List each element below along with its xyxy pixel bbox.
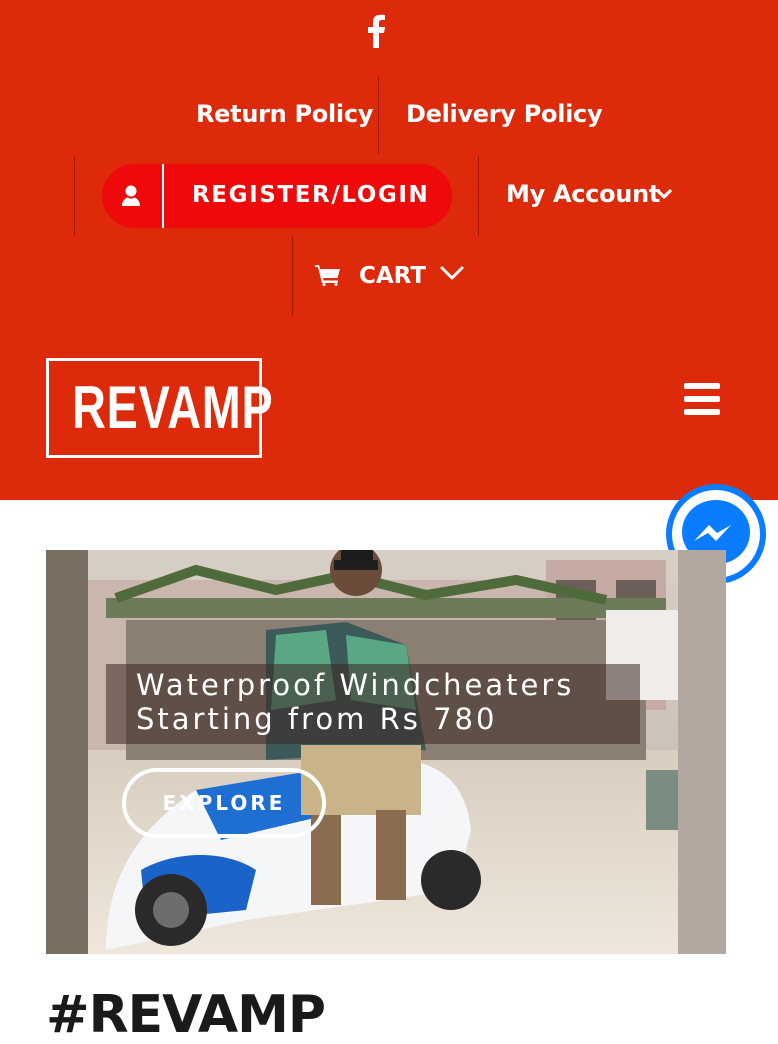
- hero-caption: Waterproof Windcheaters Starting from Rs…: [106, 664, 640, 744]
- hero-banner[interactable]: Waterproof Windcheaters Starting from Rs…: [46, 550, 726, 954]
- hamburger-icon[interactable]: [684, 383, 720, 415]
- hero-photo: [46, 550, 726, 954]
- divider: [292, 236, 293, 316]
- my-account-link[interactable]: My Account: [506, 180, 660, 208]
- divider: [378, 76, 379, 154]
- hero-caption-line: Starting from Rs 780: [136, 702, 498, 736]
- register-login-label: REGISTER/LOGIN: [192, 182, 430, 208]
- divider: [162, 164, 164, 228]
- site-logo[interactable]: REVAMP: [46, 358, 274, 458]
- policy-links: Return Policy Delivery Policy: [0, 76, 778, 154]
- hero-caption-line: Waterproof Windcheaters: [136, 668, 575, 702]
- chevron-down-icon[interactable]: [440, 264, 464, 284]
- user-icon: [122, 185, 140, 206]
- chevron-down-icon[interactable]: [656, 187, 672, 203]
- register-login-button[interactable]: REGISTER/LOGIN: [102, 164, 452, 228]
- page-heading: #REVAMP: [46, 985, 326, 1044]
- divider: [478, 156, 479, 236]
- return-policy-link[interactable]: Return Policy: [196, 100, 373, 128]
- cart-link[interactable]: CART: [359, 263, 426, 289]
- facebook-icon[interactable]: [366, 14, 386, 48]
- site-header: Return Policy Delivery Policy REGISTER/L…: [0, 0, 778, 500]
- divider: [74, 156, 75, 236]
- logo-text: REVAMP: [72, 374, 274, 441]
- delivery-policy-link[interactable]: Delivery Policy: [406, 100, 603, 128]
- cart-icon[interactable]: [315, 264, 341, 286]
- explore-button[interactable]: EXPLORE: [122, 768, 326, 838]
